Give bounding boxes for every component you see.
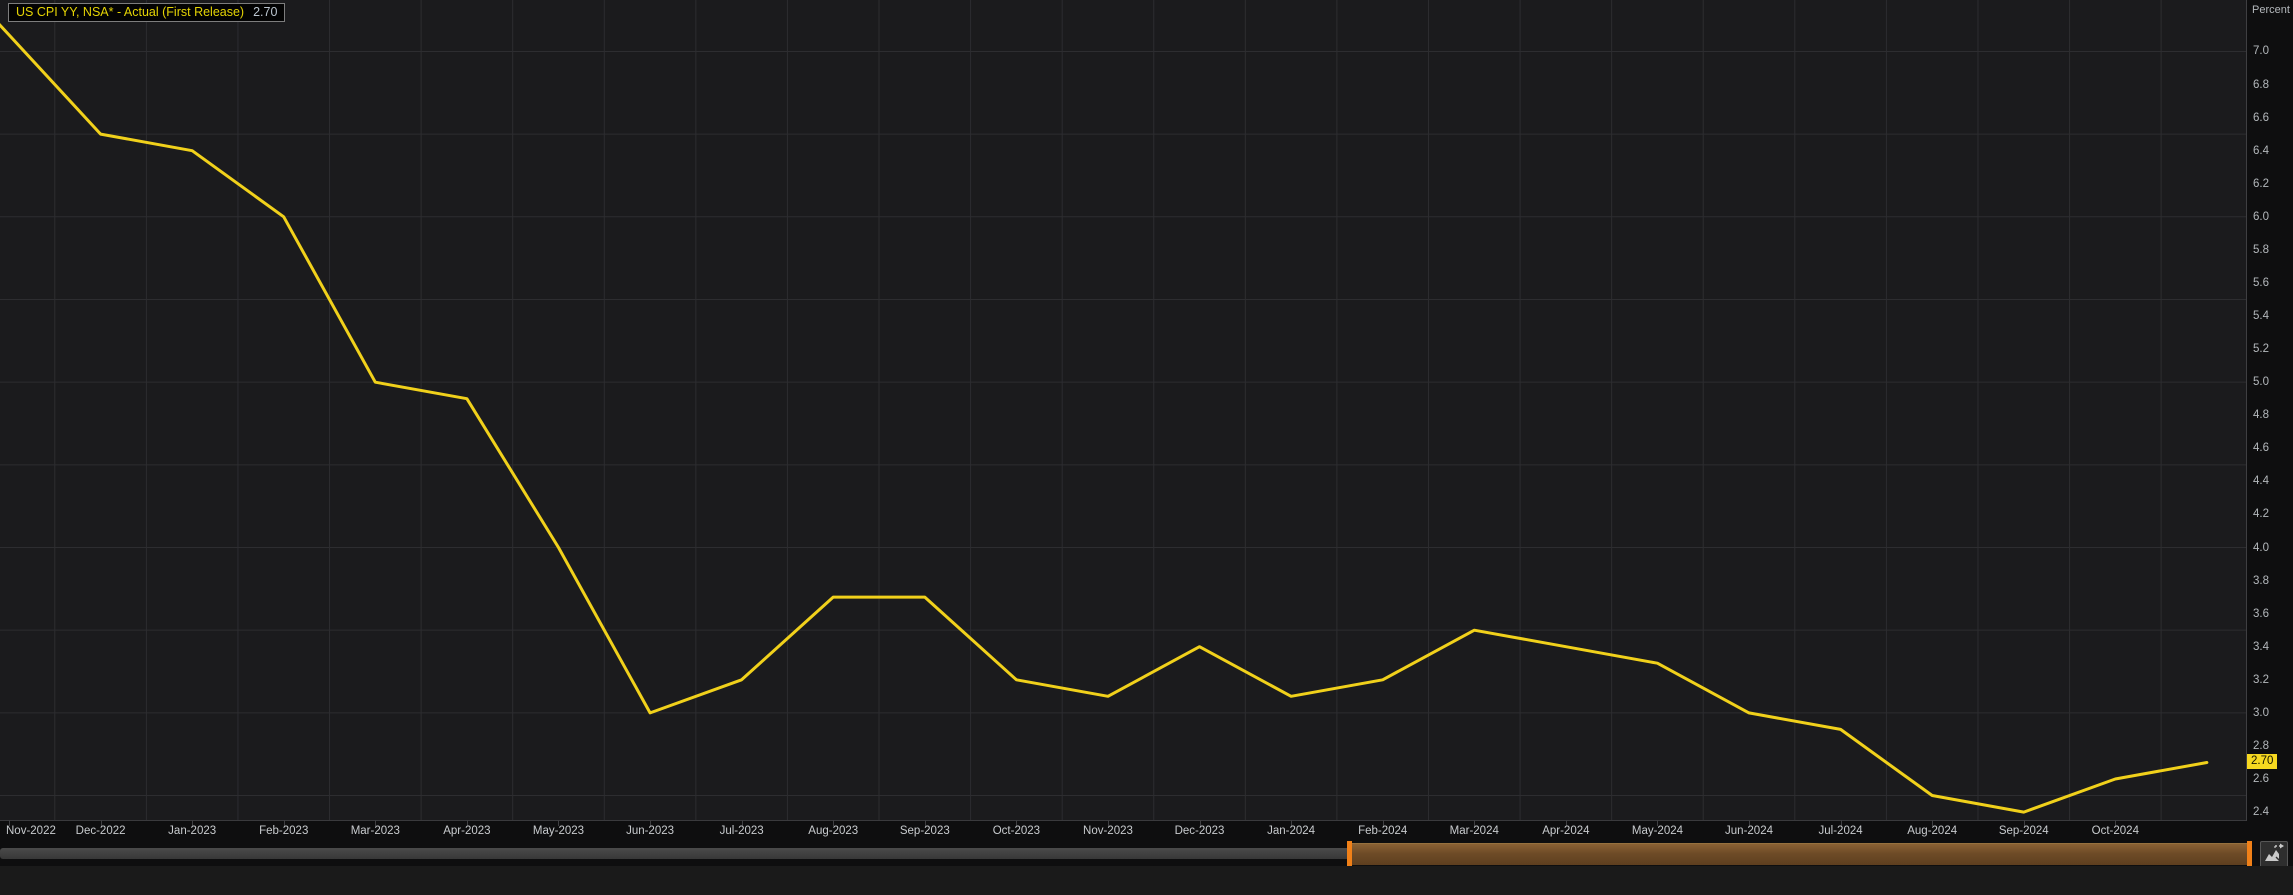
y-tick-label: 6.4 [2253,145,2269,157]
range-handle-right[interactable] [2247,841,2252,866]
last-value-badge: 2.70 [2247,754,2277,769]
y-tick-label: 5.2 [2253,343,2269,355]
x-axis-label: Mar-2023 [351,825,400,837]
cpi-series-line [0,0,2207,812]
x-axis-label: Jun-2024 [1725,825,1773,837]
x-axis-label: Oct-2023 [993,825,1040,837]
y-tick-label: 6.6 [2253,112,2269,124]
x-axis-line [0,820,2246,821]
y-tick-label: 5.0 [2253,376,2269,388]
x-axis-label: Dec-2022 [76,825,126,837]
x-axis-label: Feb-2023 [259,825,308,837]
y-tick-label: 5.6 [2253,277,2269,289]
chart-widget: US CPI YY, NSA* - Actual (First Release)… [0,0,2293,895]
x-axis-label: Nov-2023 [1083,825,1133,837]
y-tick-label: 4.8 [2253,409,2269,421]
timeline-selected-range[interactable] [1349,843,2252,865]
x-axis-label: Jan-2024 [1267,825,1315,837]
y-tick-label: 3.2 [2253,674,2269,686]
y-tick-label: 3.6 [2253,608,2269,620]
y-axis: Percent 7.0 6.8 6.6 6.4 6.2 6.0 5.8 5.6 5.4 5.2 5.… [2246,0,2293,821]
y-tick-label: 4.2 [2253,508,2269,520]
x-axis-label: Aug-2024 [1907,825,1957,837]
scroll-to-latest-button[interactable] [2260,841,2288,868]
x-axis-label: Sep-2023 [900,825,950,837]
y-tick-label: 4.4 [2253,475,2269,487]
y-axis-unit-label: Percent [2252,4,2290,16]
x-axis-label: Jul-2024 [1819,825,1863,837]
x-axis-label: Mar-2024 [1450,825,1499,837]
y-tick-label: 2.8 [2253,740,2269,752]
x-axis-label: Apr-2024 [1542,825,1589,837]
x-axis-label: Apr-2023 [443,825,490,837]
y-tick-label: 3.4 [2253,641,2269,653]
chart-arrow-right-icon [2262,842,2286,865]
price-chart-canvas[interactable] [0,0,2246,820]
y-tick-label: 2.4 [2253,806,2269,818]
y-tick-label: 6.8 [2253,79,2269,91]
x-axis-label: May-2023 [533,825,584,837]
x-axis-label: Sep-2024 [1999,825,2049,837]
y-tick-label: 7.0 [2253,45,2269,57]
y-tick-label: 3.8 [2253,575,2269,587]
range-handle-left[interactable] [1347,841,1352,866]
y-tick-label: 6.2 [2253,178,2269,190]
y-tick-label: 2.6 [2253,773,2269,785]
y-tick-label: 4.6 [2253,442,2269,454]
bottom-toolbar: 3M6M1Y2Y5Y10Y20YMax⚙ [0,866,2293,895]
series-last-value: 2.70 [253,5,277,19]
y-tick-label: 5.8 [2253,244,2269,256]
x-axis-label: Jul-2023 [720,825,764,837]
y-tick-label: 4.0 [2253,542,2269,554]
x-axis-label: Dec-2023 [1175,825,1225,837]
y-tick-label: 5.4 [2253,310,2269,322]
x-axis-label: May-2024 [1632,825,1683,837]
series-legend[interactable]: US CPI YY, NSA* - Actual (First Release)… [8,3,285,22]
x-axis-label: Jun-2023 [626,825,674,837]
y-tick-label: 3.0 [2253,707,2269,719]
x-axis-label: Feb-2024 [1358,825,1407,837]
x-axis-label: Jan-2023 [168,825,216,837]
x-axis-label: Nov-2022 [6,825,56,837]
series-title: US CPI YY, NSA* - Actual (First Release) [16,5,244,19]
y-tick-label: 6.0 [2253,211,2269,223]
x-axis-label: Oct-2024 [2092,825,2139,837]
cpi-line-chart [0,0,2246,820]
x-axis-label: Aug-2023 [808,825,858,837]
